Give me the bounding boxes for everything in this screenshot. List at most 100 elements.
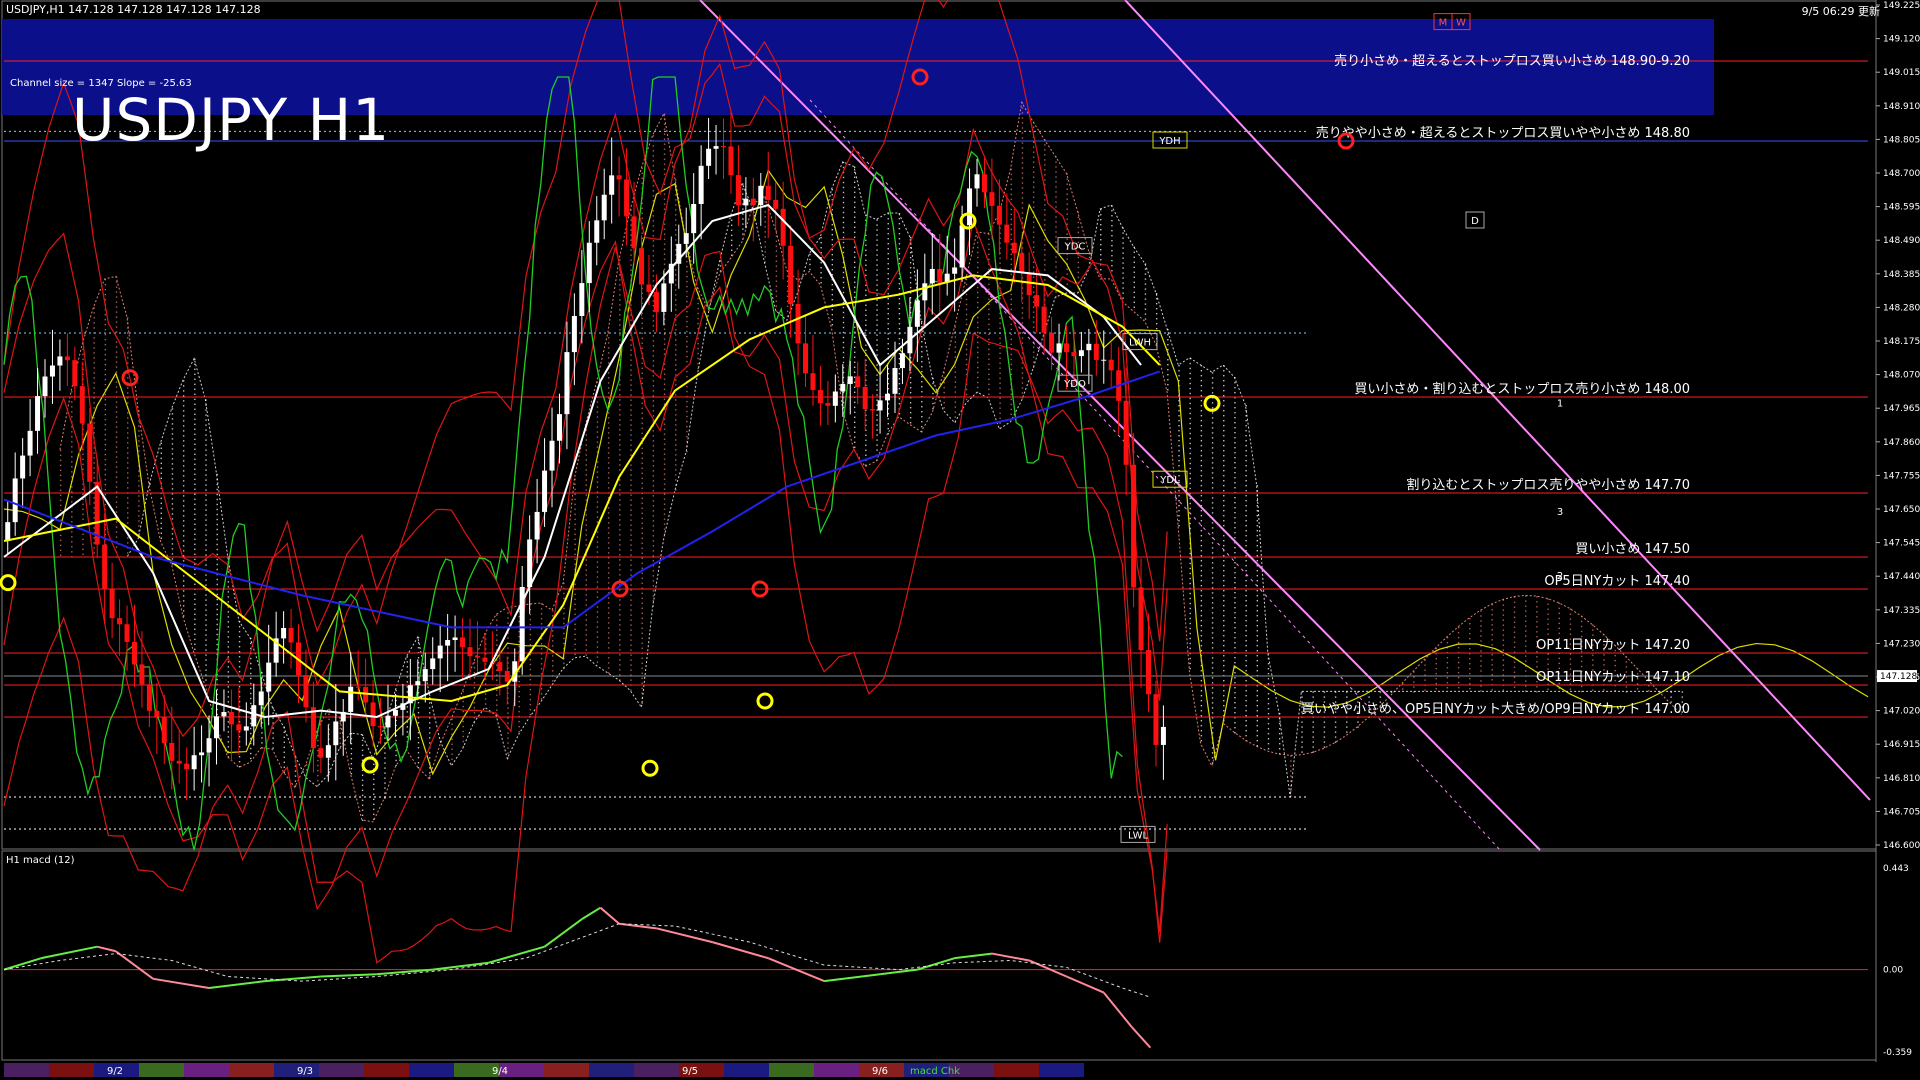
cloud-dot <box>205 679 207 681</box>
cloud-dot <box>1044 224 1046 226</box>
cloud-dot <box>1245 650 1247 652</box>
cloud-dot <box>205 454 207 456</box>
cloud-dot <box>697 322 699 325</box>
cloud-dot <box>1469 647 1471 650</box>
cloud-dot <box>1200 540 1203 542</box>
cloud-dot <box>518 620 520 623</box>
cloud-dot <box>1211 647 1214 649</box>
cloud-dot <box>1256 735 1259 737</box>
cloud-dot <box>909 377 912 379</box>
cloud-dot <box>596 411 599 413</box>
chart-window[interactable]: 149.225 149.120 149.015 148.910 148.805 148.7… <box>0 0 1920 1080</box>
date-bar[interactable]: 9/2 9/3 9/4 9/5 9/6 macd Chk <box>4 1063 1084 1077</box>
cloud-dot <box>484 693 487 695</box>
cloud-dot <box>999 412 1001 414</box>
cloud-dot <box>675 304 677 306</box>
cloud-dot <box>641 207 643 210</box>
cloud-dot <box>1256 570 1259 572</box>
cloud-dot <box>619 549 621 551</box>
cloud-dot <box>1010 333 1012 336</box>
cloud-dot <box>641 347 643 350</box>
cloud-dot <box>59 499 62 502</box>
cloud-dot <box>675 469 677 471</box>
cloud-dot <box>1122 272 1124 274</box>
cloud-dot <box>865 259 867 261</box>
cloud-dot <box>630 609 632 611</box>
cloud-dot <box>127 392 129 394</box>
cloud-dot <box>1200 690 1203 692</box>
cloud-dot <box>1256 530 1259 532</box>
cloud-dot <box>1323 736 1326 738</box>
cloud-dot <box>865 344 867 346</box>
cloud-dot <box>250 722 252 725</box>
cloud-dot <box>1245 585 1247 587</box>
cloud-dot <box>194 448 196 450</box>
candle-body <box>959 225 965 268</box>
cloud-dot <box>842 191 845 194</box>
cloud-dot <box>115 381 118 383</box>
cloud-dot <box>1491 674 1493 676</box>
cloud-dot <box>686 340 688 343</box>
cloud-dot <box>898 363 901 365</box>
cloud-dot <box>350 768 353 770</box>
cloud-dot <box>876 329 878 331</box>
cloud-dot <box>384 782 386 784</box>
cloud-dot <box>1189 472 1191 475</box>
cloud-dot <box>1513 616 1516 618</box>
cloud-dot <box>607 577 610 579</box>
price-tick-label: 149.120 <box>1883 35 1920 45</box>
cloud-dot <box>652 315 655 317</box>
cloud-dot <box>1312 741 1314 743</box>
price-chart[interactable]: 149.225149.120149.015148.910148.805148.7… <box>0 0 1920 1080</box>
cloud-dot <box>820 242 822 244</box>
cloud-dot <box>607 442 610 444</box>
cloud-dot <box>574 583 576 586</box>
cloud-dot <box>596 476 599 478</box>
cloud-dot <box>115 356 118 358</box>
cloud-dot <box>82 463 84 466</box>
cloud-dot <box>619 489 621 491</box>
cloud-dot <box>1558 622 1560 625</box>
cloud-dot <box>104 463 107 466</box>
cloud-dot <box>1346 731 1348 733</box>
cloud-dot <box>115 496 118 498</box>
cloud-dot <box>115 366 118 368</box>
cloud-dot <box>127 467 129 469</box>
cloud-dot <box>1021 182 1024 184</box>
cloud-dot <box>675 449 677 451</box>
cloud-dot <box>1010 403 1012 406</box>
cloud-dot <box>842 271 845 274</box>
cloud-dot <box>1055 191 1057 193</box>
cloud-dot <box>652 350 655 352</box>
cloud-dot <box>1055 176 1057 178</box>
cloud-dot <box>887 423 889 425</box>
cloud-dot <box>1021 162 1024 164</box>
cloud-dot <box>317 754 319 757</box>
cloud-dot <box>652 440 655 442</box>
cloud-dot <box>1245 600 1247 602</box>
cloud-dot <box>1021 107 1024 109</box>
cloud-dot <box>988 388 990 391</box>
cloud-dot <box>361 749 364 751</box>
cloud-dot <box>1234 462 1236 464</box>
cloud-dot <box>127 357 129 359</box>
cloud-dot <box>607 657 610 659</box>
cloud-dot <box>1245 485 1247 487</box>
cloud-dot <box>1044 219 1046 221</box>
cloud-dot <box>540 693 543 695</box>
cloud-dot <box>1323 746 1326 748</box>
cloud-dot <box>596 471 599 473</box>
cloud-dot <box>663 198 666 200</box>
cloud-dot <box>663 233 666 235</box>
cloud-dot <box>898 378 901 380</box>
cloud-dot <box>1200 550 1203 552</box>
cloud-dot <box>853 261 856 263</box>
cloud-dot <box>1100 249 1102 251</box>
cloud-dot <box>71 441 73 443</box>
cloud-dot <box>988 253 990 256</box>
candle-body <box>355 686 361 688</box>
cloud-dot <box>71 491 73 493</box>
cloud-dot <box>93 467 95 469</box>
cloud-dot <box>619 464 621 466</box>
cloud-dot <box>898 238 901 240</box>
